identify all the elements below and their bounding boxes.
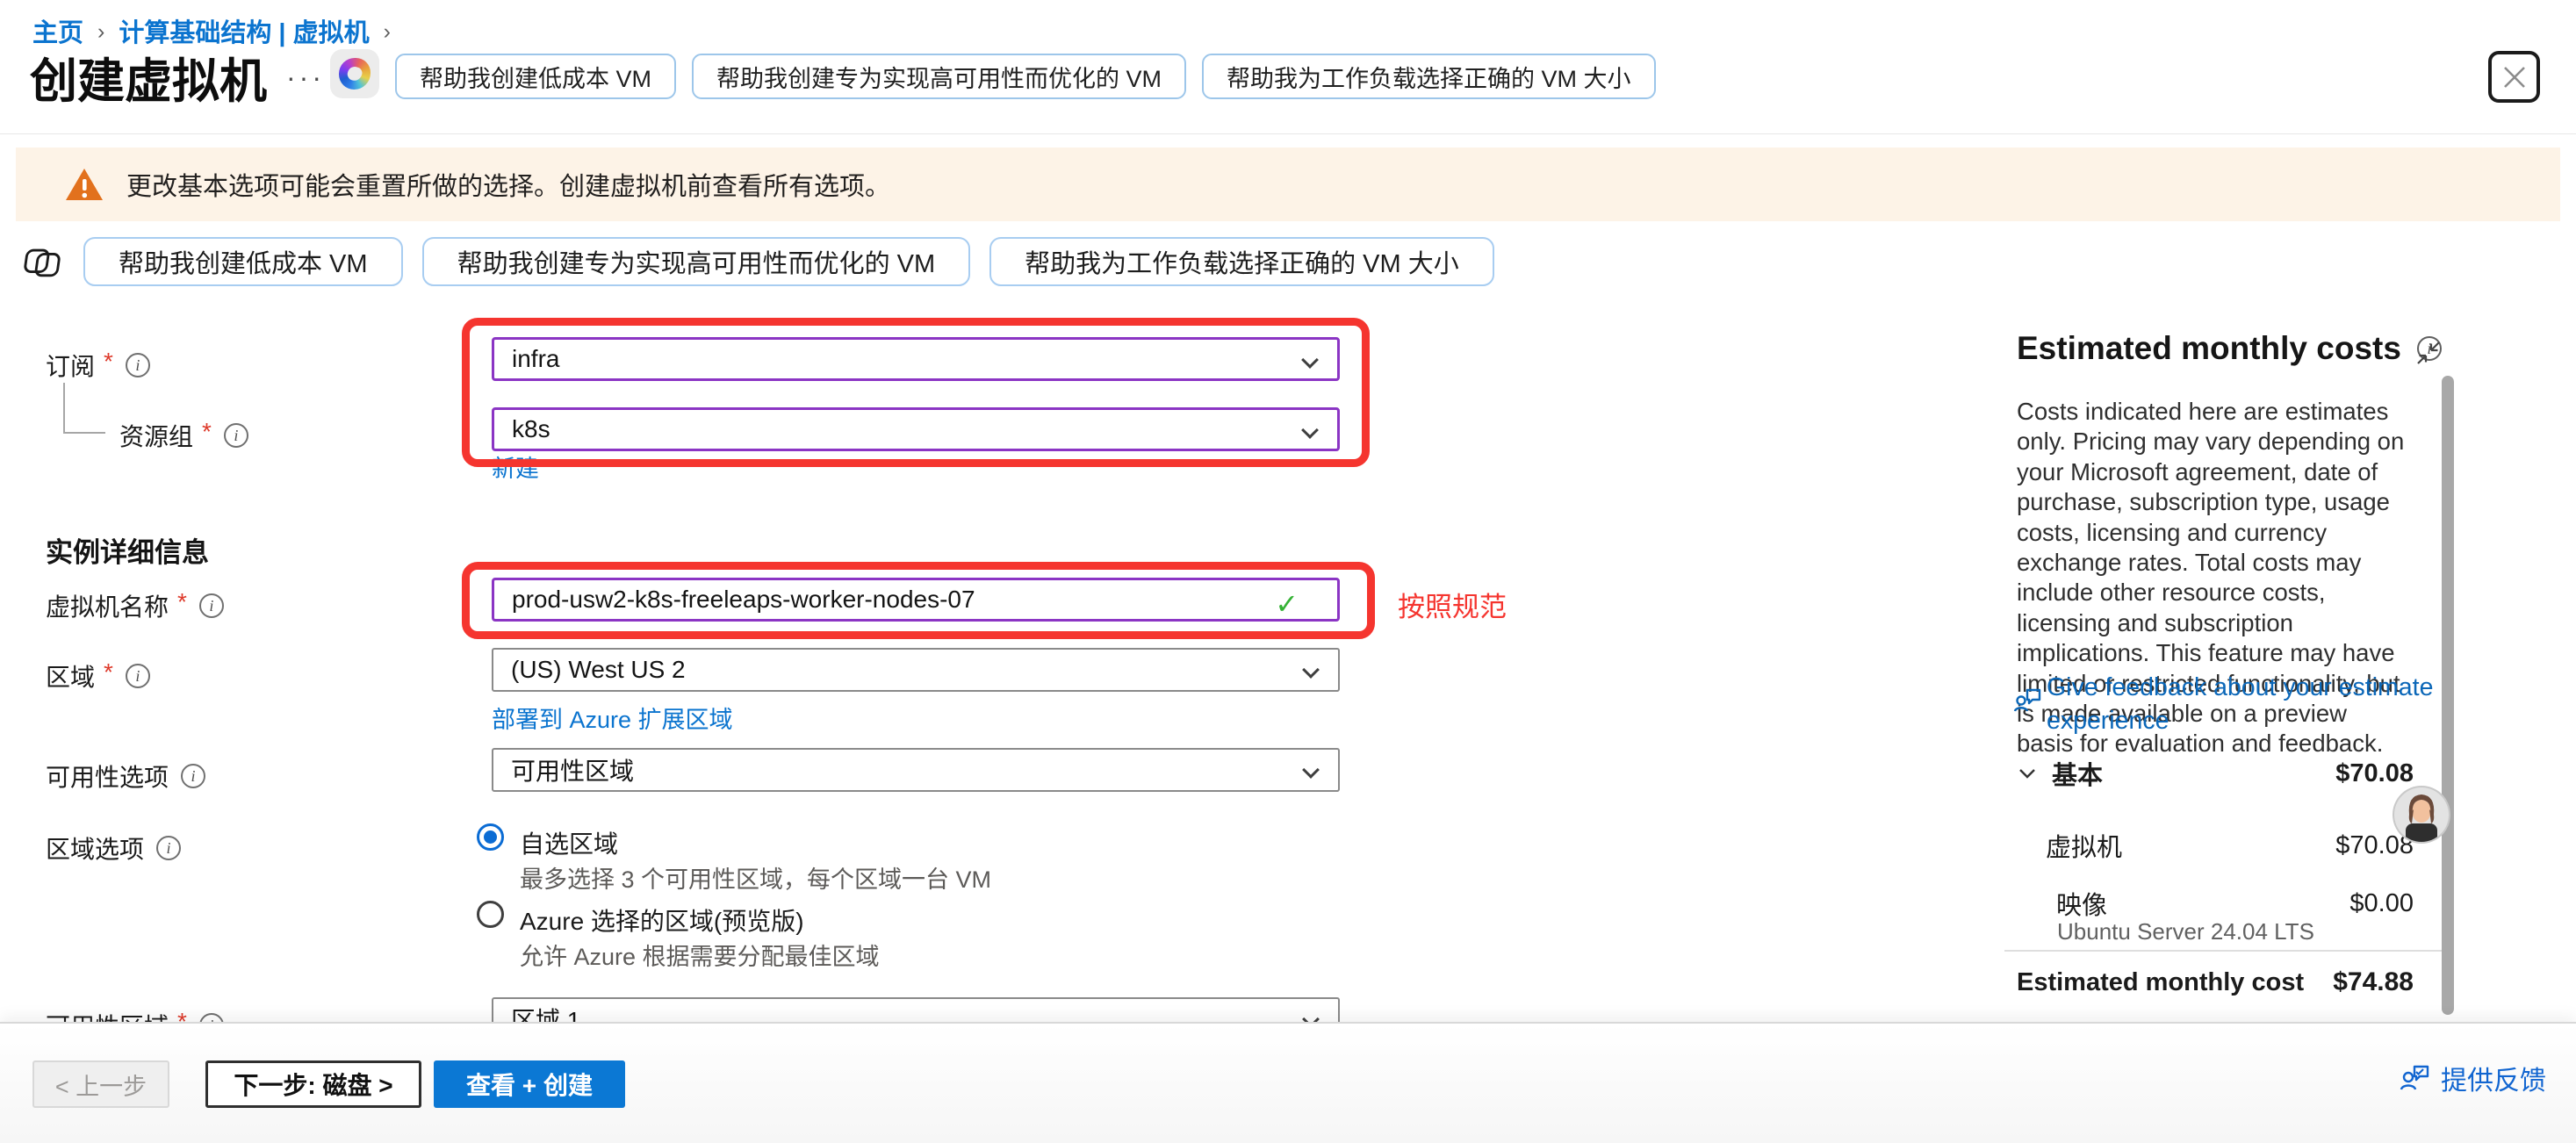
warning-icon: [65, 167, 104, 202]
info-icon[interactable]: i: [156, 836, 181, 860]
copilot-suggestions-top: 帮助我创建低成本 VM 帮助我创建专为实现高可用性而优化的 VM 帮助我为工作负…: [395, 54, 1656, 99]
resource-group-label: 资源组* i: [119, 418, 248, 453]
cost-group-row[interactable]: 基本 $70.08: [2017, 755, 2414, 792]
info-icon[interactable]: i: [181, 764, 205, 788]
cost-total-label: Estimated monthly cost: [2017, 968, 2304, 997]
required-mark: *: [104, 348, 113, 376]
copilot-outline-icon: [24, 241, 64, 282]
required-mark: *: [202, 418, 212, 446]
info-icon[interactable]: i: [224, 423, 248, 448]
subscription-dropdown[interactable]: infra: [492, 337, 1340, 381]
radio-azure-selected-zones-label[interactable]: Azure 选择的区域(预览版): [520, 902, 804, 938]
chevron-down-icon: [1302, 761, 1320, 779]
feedback-person-icon: [2399, 1063, 2430, 1093]
resource-group-dropdown[interactable]: k8s: [492, 407, 1340, 451]
vertical-scrollbar[interactable]: [2442, 376, 2454, 1015]
region-value: (US) West US 2: [511, 656, 686, 684]
assistant-avatar[interactable]: [2392, 785, 2451, 845]
cost-row-image: 映像 $0.00: [2017, 885, 2414, 922]
copilot-icon[interactable]: [330, 49, 379, 98]
instance-details-heading: 实例详细信息: [46, 530, 209, 570]
collapse-icon: [2414, 339, 2443, 367]
availability-options-dropdown[interactable]: 可用性区域: [492, 748, 1340, 792]
chevron-down-icon: [1301, 351, 1319, 369]
header-divider: [0, 133, 2576, 134]
cost-group-label: 基本: [2052, 755, 2103, 792]
vm-name-annotation: 按照规范: [1398, 585, 1507, 624]
availability-options-value: 可用性区域: [511, 752, 634, 787]
give-feedback-button[interactable]: 提供反馈: [2399, 1059, 2546, 1097]
create-vm-page: 主页 › 计算基础结构 | 虚拟机 › 创建虚拟机 ··· 帮助我创建低成本 V…: [0, 0, 2576, 1143]
footer-bar: < 上一步 下一步: 磁盘 > 查看 + 创建 提供反馈: [0, 1022, 2576, 1143]
radio-azure-selected-zones[interactable]: [477, 901, 504, 928]
radio-self-selected-zones-desc: 最多选择 3 个可用性区域，每个区域一台 VM: [520, 860, 991, 895]
radio-azure-selected-zones-desc: 允许 Azure 根据需要分配最佳区域: [520, 938, 880, 972]
radio-self-selected-zones-label[interactable]: 自选区域: [520, 825, 618, 860]
collapse-panel-button[interactable]: [2414, 339, 2443, 367]
cost-row-label: 虚拟机: [2046, 827, 2122, 864]
chevron-down-icon: [1302, 661, 1320, 679]
previous-button[interactable]: < 上一步: [32, 1060, 169, 1108]
region-dropdown[interactable]: (US) West US 2: [492, 648, 1340, 692]
chevron-down-icon: [1301, 421, 1319, 439]
availability-options-label: 可用性选项 i: [46, 758, 205, 794]
cost-row-label: 映像: [2056, 885, 2107, 922]
cost-row-value: $0.00: [2349, 889, 2414, 918]
suggestion-low-cost-vm-button[interactable]: 帮助我创建低成本 VM: [395, 54, 676, 99]
subscription-value: infra: [512, 345, 559, 373]
cost-panel-title-row: Estimated monthly costs i: [2017, 330, 2442, 367]
info-icon[interactable]: i: [126, 353, 150, 377]
vm-name-label: 虚拟机名称* i: [46, 588, 224, 623]
resource-group-value: k8s: [512, 415, 550, 443]
vm-name-input[interactable]: prod-usw2-k8s-freeleaps-worker-nodes-07 …: [492, 578, 1340, 622]
zone-options-label: 区域选项 i: [46, 830, 181, 866]
more-menu-button[interactable]: ···: [286, 61, 325, 94]
next-disks-button[interactable]: 下一步: 磁盘 >: [205, 1060, 421, 1108]
cost-panel-title: Estimated monthly costs: [2017, 330, 2401, 367]
required-mark: *: [104, 658, 113, 687]
breadcrumb-separator-icon: ›: [384, 19, 391, 45]
vm-name-value: prod-usw2-k8s-freeleaps-worker-nodes-07: [512, 586, 975, 614]
create-new-link[interactable]: 新建: [492, 449, 539, 484]
valid-check-icon: ✓: [1275, 587, 1299, 621]
suggestion-high-availability-button[interactable]: 帮助我创建专为实现高可用性而优化的 VM: [422, 237, 971, 286]
suggestion-high-availability-button[interactable]: 帮助我创建专为实现高可用性而优化的 VM: [692, 54, 1186, 99]
cost-divider: [2004, 950, 2454, 952]
suggestion-right-size-button[interactable]: 帮助我为工作负载选择正确的 VM 大小: [989, 237, 1494, 286]
give-feedback-label: 提供反馈: [2441, 1059, 2546, 1097]
cost-row-vm: 虚拟机 $70.08: [2017, 827, 2414, 864]
info-icon[interactable]: i: [126, 664, 150, 688]
close-icon: [2501, 64, 2528, 90]
warning-banner-text: 更改基本选项可能会重置所做的选择。创建虚拟机前查看所有选项。: [126, 166, 890, 203]
cost-row-sublabel: Ubuntu Server 24.04 LTS: [2057, 918, 2314, 945]
azure-extended-zones-link[interactable]: 部署到 Azure 扩展区域: [492, 701, 733, 735]
close-button[interactable]: [2488, 51, 2540, 103]
region-label: 区域* i: [46, 658, 150, 694]
resource-group-connector: [63, 383, 105, 434]
suggestion-low-cost-vm-button[interactable]: 帮助我创建低成本 VM: [83, 237, 403, 286]
warning-banner: 更改基本选项可能会重置所做的选择。创建虚拟机前查看所有选项。: [16, 147, 2560, 221]
review-create-button[interactable]: 查看 + 创建: [434, 1060, 625, 1108]
breadcrumb-separator-icon: ›: [97, 19, 104, 45]
suggestion-right-size-button[interactable]: 帮助我为工作负载选择正确的 VM 大小: [1202, 54, 1656, 99]
copilot-suggestions-inline: 帮助我创建低成本 VM 帮助我创建专为实现高可用性而优化的 VM 帮助我为工作负…: [24, 237, 1494, 286]
cost-group-value: $70.08: [2335, 759, 2414, 788]
feedback-icon: [2013, 685, 2043, 715]
cost-total-row: Estimated monthly cost $74.88: [2017, 967, 2414, 997]
estimate-feedback-link[interactable]: Give feedback about your estimate experi…: [2047, 671, 2443, 737]
cost-total-value: $74.88: [2333, 967, 2414, 997]
info-icon[interactable]: i: [199, 593, 224, 618]
required-mark: *: [177, 588, 187, 616]
radio-self-selected-zones[interactable]: [477, 823, 504, 851]
subscription-label: 订阅* i: [46, 348, 150, 383]
page-title: 创建虚拟机: [30, 42, 267, 111]
chevron-down-icon: [2017, 763, 2038, 784]
